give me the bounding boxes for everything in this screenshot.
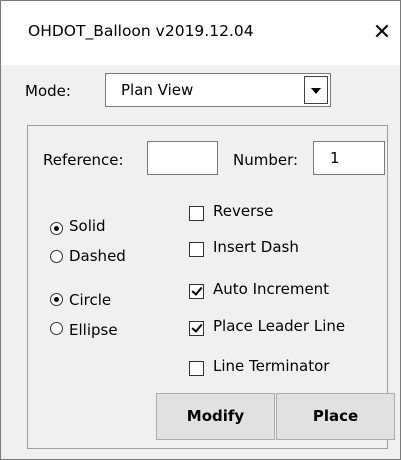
- auto-increment-checkbox[interactable]: [189, 284, 204, 299]
- mode-label: Mode:: [25, 82, 71, 100]
- place-leader-line-label: Place Leader Line: [213, 317, 346, 335]
- chevron-down-icon[interactable]: [304, 76, 328, 104]
- modify-button[interactable]: Modify: [156, 393, 275, 440]
- reference-input[interactable]: [147, 141, 218, 175]
- dashed-label: Dashed: [69, 247, 126, 265]
- dashed-radio[interactable]: [50, 250, 63, 263]
- dialog-window: OHDOT_Balloon v2019.12.04 ✕ Mode: Plan V…: [0, 0, 401, 460]
- window-title: OHDOT_Balloon v2019.12.04: [28, 22, 254, 40]
- insert-dash-checkbox[interactable]: [189, 242, 204, 257]
- solid-label: Solid: [69, 217, 106, 235]
- reference-label: Reference:: [43, 151, 124, 169]
- auto-increment-label: Auto Increment: [213, 280, 330, 298]
- number-label: Number:: [233, 151, 299, 169]
- line-terminator-label: Line Terminator: [213, 357, 330, 375]
- close-icon[interactable]: ✕: [369, 17, 395, 49]
- line-terminator-checkbox[interactable]: [189, 361, 204, 376]
- circle-label: Circle: [69, 291, 112, 309]
- place-button[interactable]: Place: [276, 393, 395, 440]
- insert-dash-label: Insert Dash: [213, 238, 299, 256]
- circle-radio[interactable]: [50, 293, 63, 306]
- ellipse-label: Ellipse: [69, 321, 118, 339]
- reverse-label: Reverse: [213, 202, 274, 220]
- mode-dropdown[interactable]: Plan View: [105, 73, 331, 107]
- place-leader-line-checkbox[interactable]: [189, 321, 204, 336]
- number-input[interactable]: 1: [313, 141, 385, 175]
- ellipse-radio[interactable]: [50, 322, 63, 335]
- solid-radio[interactable]: [50, 222, 63, 235]
- reverse-checkbox[interactable]: [189, 206, 204, 221]
- mode-selected-value: Plan View: [121, 81, 194, 99]
- title-bar: OHDOT_Balloon v2019.12.04 ✕: [1, 1, 400, 65]
